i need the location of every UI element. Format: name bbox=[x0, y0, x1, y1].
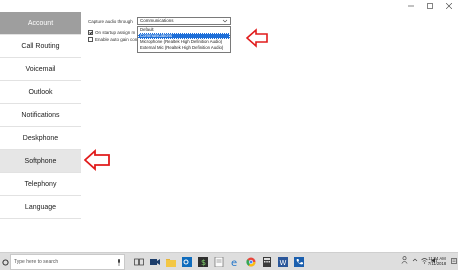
task-view-icon bbox=[134, 258, 144, 266]
sidebar-item-outlook[interactable]: Outlook bbox=[0, 81, 81, 104]
dropdown-option-external-mic[interactable]: External Mic (Realtek High Definition Au… bbox=[138, 45, 230, 51]
taskbar-pinned-apps: $ e W bbox=[132, 255, 306, 269]
sidebar-item-label: Softphone bbox=[24, 157, 57, 165]
sidebar-item-notifications[interactable]: Notifications bbox=[0, 104, 81, 127]
taskbar-clock[interactable]: 11:04 AM 7/11/2018 bbox=[424, 256, 450, 266]
people-icon bbox=[401, 256, 408, 264]
chevron-down-icon bbox=[222, 19, 228, 23]
sidebar-item-label: Account bbox=[27, 19, 54, 27]
chevron-up-icon bbox=[412, 258, 417, 262]
sidebar-item-label: Voicemail bbox=[25, 65, 56, 73]
video-app-icon bbox=[150, 259, 160, 265]
svg-text:e: e bbox=[231, 258, 237, 267]
sidebar-item-label: Deskphone bbox=[22, 134, 59, 142]
phone-app-icon bbox=[294, 257, 304, 267]
word-icon: W bbox=[278, 257, 288, 267]
taskbar-search-input[interactable]: Type here to search bbox=[10, 254, 125, 270]
taskbar-app-phone[interactable] bbox=[292, 255, 306, 269]
outlook-icon bbox=[182, 257, 192, 267]
search-placeholder: Type here to search bbox=[14, 259, 59, 265]
svg-text:$: $ bbox=[201, 258, 206, 267]
close-icon bbox=[445, 3, 452, 9]
sidebar-item-voicemail[interactable]: Voicemail bbox=[0, 58, 81, 81]
sidebar-item-label: Outlook bbox=[28, 88, 53, 96]
sidebar-item-call-routing[interactable]: Call Routing bbox=[0, 35, 81, 58]
person-tray-button[interactable] bbox=[401, 255, 408, 265]
taskbar-app-word[interactable]: W bbox=[276, 255, 290, 269]
capture-audio-dropdown-list: Default Communications Microphone (Realt… bbox=[137, 26, 231, 53]
on-startup-checkbox[interactable] bbox=[88, 30, 93, 35]
sidebar-item-label: Call Routing bbox=[21, 42, 60, 50]
start-button[interactable] bbox=[0, 253, 10, 270]
folder-icon bbox=[166, 258, 176, 267]
auto-gain-label: Enable auto gain con bbox=[95, 37, 138, 42]
calculator-icon bbox=[263, 257, 271, 267]
close-button[interactable] bbox=[439, 0, 458, 12]
capture-audio-value: Communications bbox=[140, 18, 174, 23]
sidebar-item-softphone[interactable]: Softphone bbox=[0, 150, 81, 173]
annotation-arrow-icon bbox=[84, 149, 110, 171]
tray-overflow-button[interactable] bbox=[411, 255, 418, 265]
sidebar-item-label: Language bbox=[24, 203, 57, 211]
maximize-icon bbox=[426, 3, 433, 9]
sidebar-item-label: Notifications bbox=[21, 111, 60, 119]
sidebar-item-language[interactable]: Language bbox=[0, 196, 81, 219]
edge-browser-icon: e bbox=[231, 258, 237, 267]
taskbar-app-outlook[interactable] bbox=[180, 255, 194, 269]
minimize-button[interactable] bbox=[401, 0, 420, 12]
softphone-settings-panel: Capture audio through Communications On … bbox=[82, 12, 458, 213]
taskbar-app-notepad[interactable] bbox=[212, 255, 226, 269]
settings-sidebar: Account Call Routing Voicemail Outlook N… bbox=[0, 12, 81, 219]
title-bar bbox=[0, 0, 458, 12]
window-controls bbox=[401, 0, 458, 12]
sidebar-item-deskphone[interactable]: Deskphone bbox=[0, 127, 81, 150]
maximize-button[interactable] bbox=[420, 0, 439, 12]
minimize-icon bbox=[407, 5, 414, 7]
capture-audio-select[interactable]: Communications bbox=[137, 17, 231, 25]
dollar-app-icon: $ bbox=[198, 257, 208, 267]
on-startup-option: On startup assign m bbox=[88, 30, 135, 35]
taskbar-app-bluejeans[interactable] bbox=[148, 255, 162, 269]
clock-date: 7/11/2018 bbox=[427, 261, 447, 266]
cortana-ring-icon bbox=[1, 258, 9, 266]
capture-audio-label: Capture audio through bbox=[88, 19, 133, 24]
sidebar-item-label: Telephony bbox=[24, 180, 57, 188]
microphone-icon[interactable] bbox=[117, 259, 121, 266]
svg-text:W: W bbox=[280, 259, 287, 267]
task-view-button[interactable] bbox=[132, 255, 146, 269]
annotation-arrow-icon bbox=[246, 28, 268, 48]
sidebar-item-telephony[interactable]: Telephony bbox=[0, 173, 81, 196]
chrome-icon bbox=[246, 257, 256, 267]
windows-taskbar: Type here to search $ e W 11:04 AM 7/11/… bbox=[0, 252, 458, 270]
auto-gain-checkbox[interactable] bbox=[88, 37, 93, 42]
taskbar-app-edge[interactable]: e bbox=[228, 255, 242, 269]
taskbar-app-calculator[interactable] bbox=[260, 255, 274, 269]
taskbar-app-dollar[interactable]: $ bbox=[196, 255, 210, 269]
sidebar-item-account[interactable]: Account bbox=[0, 12, 81, 35]
on-startup-label: On startup assign m bbox=[95, 30, 136, 35]
notepad-icon bbox=[214, 257, 224, 267]
taskbar-app-file-explorer[interactable] bbox=[164, 255, 178, 269]
action-center-icon[interactable] bbox=[451, 257, 457, 266]
auto-gain-option: Enable auto gain con bbox=[88, 37, 137, 42]
taskbar-app-chrome[interactable] bbox=[244, 255, 258, 269]
